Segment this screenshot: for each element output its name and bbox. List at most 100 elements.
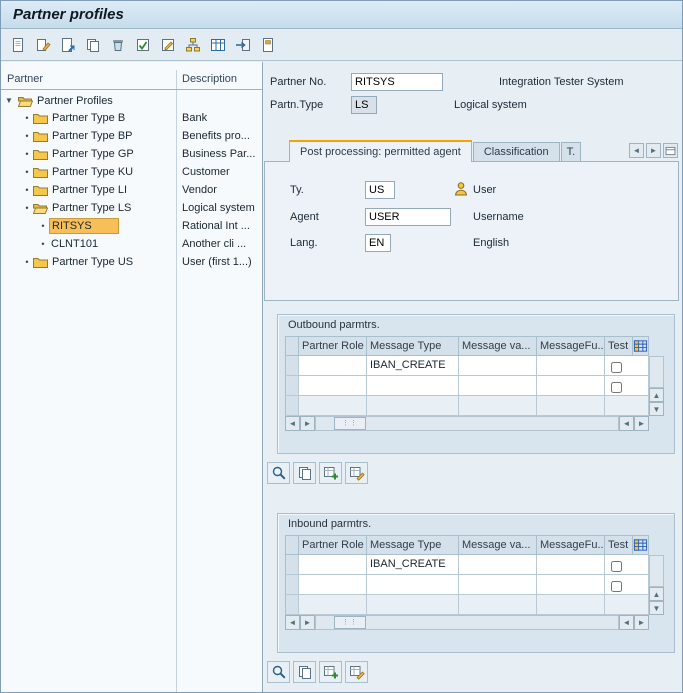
- test-checkbox[interactable]: [611, 382, 622, 393]
- column-header-message-type[interactable]: Message Type: [367, 336, 459, 356]
- tab-scroll-left-icon[interactable]: ◄: [629, 143, 644, 158]
- edit-list-icon[interactable]: [157, 34, 179, 56]
- column-header-test[interactable]: Test: [605, 336, 633, 356]
- expander-icon[interactable]: ▼: [5, 92, 18, 110]
- scroll-left-icon[interactable]: ◄: [619, 615, 634, 630]
- display-change-icon[interactable]: [32, 34, 54, 56]
- column-header-partner-role[interactable]: Partner Role: [299, 535, 367, 555]
- test-checkbox[interactable]: [611, 581, 622, 592]
- cell-partner_role[interactable]: [299, 575, 367, 595]
- tab-scroll-right-icon[interactable]: ►: [646, 143, 661, 158]
- scroll-left-icon[interactable]: ◄: [285, 416, 300, 431]
- cell-message_variant[interactable]: [459, 376, 537, 396]
- partner-no-field[interactable]: [351, 73, 443, 91]
- scrollbar-thumb[interactable]: ⋮⋮: [334, 616, 366, 629]
- table-settings-icon[interactable]: [633, 535, 649, 555]
- change-parameter-icon[interactable]: [345, 462, 368, 484]
- tab-t[interactable]: T.: [561, 142, 582, 162]
- test-checkbox[interactable]: [611, 561, 622, 572]
- delete-icon[interactable]: [107, 34, 129, 56]
- scroll-right-icon[interactable]: ►: [634, 416, 649, 431]
- cell-message_type[interactable]: IBAN_CREATE: [367, 356, 459, 376]
- copy-icon[interactable]: [82, 34, 104, 56]
- row-selector[interactable]: [285, 356, 299, 376]
- cell-partner_role[interactable]: [299, 376, 367, 396]
- cell-message_type[interactable]: IBAN_CREATE: [367, 555, 459, 575]
- scroll-up-icon[interactable]: ▲: [649, 587, 664, 601]
- agent-label: Agent: [290, 211, 319, 223]
- partner-type-field[interactable]: [351, 96, 377, 114]
- scroll-down-icon[interactable]: ▼: [649, 402, 664, 416]
- cell-message_function[interactable]: [537, 555, 605, 575]
- row-selector-header[interactable]: [285, 535, 299, 555]
- scroll-up-icon[interactable]: ▲: [649, 388, 664, 402]
- column-header-test[interactable]: Test: [605, 535, 633, 555]
- row-selector[interactable]: [285, 376, 299, 396]
- cell-message_function[interactable]: [537, 356, 605, 376]
- scroll-left-icon[interactable]: ◄: [285, 615, 300, 630]
- agent-field[interactable]: [365, 208, 451, 226]
- table-view-icon[interactable]: [207, 34, 229, 56]
- test-checkbox[interactable]: [611, 362, 622, 373]
- cell-message_function[interactable]: [537, 575, 605, 595]
- tree-item-partner-type-gp[interactable]: •Partner Type GPBusiness Par...: [1, 145, 262, 163]
- import-icon[interactable]: [232, 34, 254, 56]
- tab-expand-icon[interactable]: [663, 143, 678, 158]
- copy-parameter-icon[interactable]: [293, 661, 316, 683]
- scroll-down-icon[interactable]: ▼: [649, 601, 664, 615]
- scroll-right-icon[interactable]: ►: [300, 615, 315, 630]
- row-selector-header[interactable]: [285, 336, 299, 356]
- row-selector[interactable]: [285, 575, 299, 595]
- cell-message_variant[interactable]: [459, 555, 537, 575]
- create-icon[interactable]: [7, 34, 29, 56]
- column-header-messagefu[interactable]: MessageFu...: [537, 336, 605, 356]
- tree-item-partner-type-us[interactable]: •Partner Type USUser (first 1...): [1, 253, 262, 271]
- scroll-right-icon[interactable]: ►: [634, 615, 649, 630]
- scroll-right-icon[interactable]: ►: [300, 416, 315, 431]
- create-session-icon[interactable]: [257, 34, 279, 56]
- create-parameter-icon[interactable]: [319, 462, 342, 484]
- column-header-partner-role[interactable]: Partner Role: [299, 336, 367, 356]
- copy-parameter-icon[interactable]: [293, 462, 316, 484]
- tree-item-label: CLNT101: [49, 235, 100, 253]
- tree-item-content: •Partner Type LI: [1, 181, 129, 199]
- cell-message_variant[interactable]: [459, 356, 537, 376]
- cell-partner_role[interactable]: [299, 555, 367, 575]
- tree-item-partner-type-ku[interactable]: •Partner Type KUCustomer: [1, 163, 262, 181]
- tab-label: T.: [567, 146, 576, 158]
- partner-type-description: Logical system: [454, 99, 527, 111]
- create-parameter-icon[interactable]: [319, 661, 342, 683]
- cell-message_function[interactable]: [537, 376, 605, 396]
- tree-item-partner-type-li[interactable]: •Partner Type LIVendor: [1, 181, 262, 199]
- row-selector[interactable]: [285, 555, 299, 575]
- tree-item-partner-profiles[interactable]: ▼Partner Profiles: [1, 91, 262, 109]
- outbound-table: Partner RoleMessage TypeMessage va...Mes…: [285, 336, 664, 431]
- tree-item-partner-type-ls[interactable]: •Partner Type LSLogical system: [1, 199, 262, 217]
- tree-item-ritsys[interactable]: •RITSYSRational Int ...: [1, 217, 262, 235]
- display-parameter-icon[interactable]: [267, 661, 290, 683]
- hierarchy-icon[interactable]: [182, 34, 204, 56]
- column-header-messagefu[interactable]: MessageFu...: [537, 535, 605, 555]
- tree-item-partner-type-b[interactable]: •Partner Type BBank: [1, 109, 262, 127]
- language-field[interactable]: [365, 234, 391, 252]
- cell-message_variant[interactable]: [459, 575, 537, 595]
- tab-classification[interactable]: Classification: [473, 142, 560, 162]
- scroll-left-icon[interactable]: ◄: [619, 416, 634, 431]
- check-icon[interactable]: [132, 34, 154, 56]
- column-header-message-va[interactable]: Message va...: [459, 336, 537, 356]
- table-settings-icon[interactable]: [633, 336, 649, 356]
- tree-item-partner-type-bp[interactable]: •Partner Type BPBenefits pro...: [1, 127, 262, 145]
- change-parameter-icon[interactable]: [345, 661, 368, 683]
- agent-type-field[interactable]: [365, 181, 395, 199]
- tree-item-clnt101[interactable]: •CLNT101Another cli ...: [1, 235, 262, 253]
- cell-partner_role[interactable]: [299, 356, 367, 376]
- display-parameter-icon[interactable]: [267, 462, 290, 484]
- detail-icon[interactable]: [57, 34, 79, 56]
- partner-tree: ▼Partner Profiles•Partner Type BBank•Par…: [1, 91, 262, 271]
- scrollbar-thumb[interactable]: ⋮⋮: [334, 417, 366, 430]
- column-header-message-va[interactable]: Message va...: [459, 535, 537, 555]
- cell-message_type[interactable]: [367, 575, 459, 595]
- column-header-message-type[interactable]: Message Type: [367, 535, 459, 555]
- tab-post-processing-permitted-agent[interactable]: Post processing: permitted agent: [289, 140, 472, 162]
- cell-message_type[interactable]: [367, 376, 459, 396]
